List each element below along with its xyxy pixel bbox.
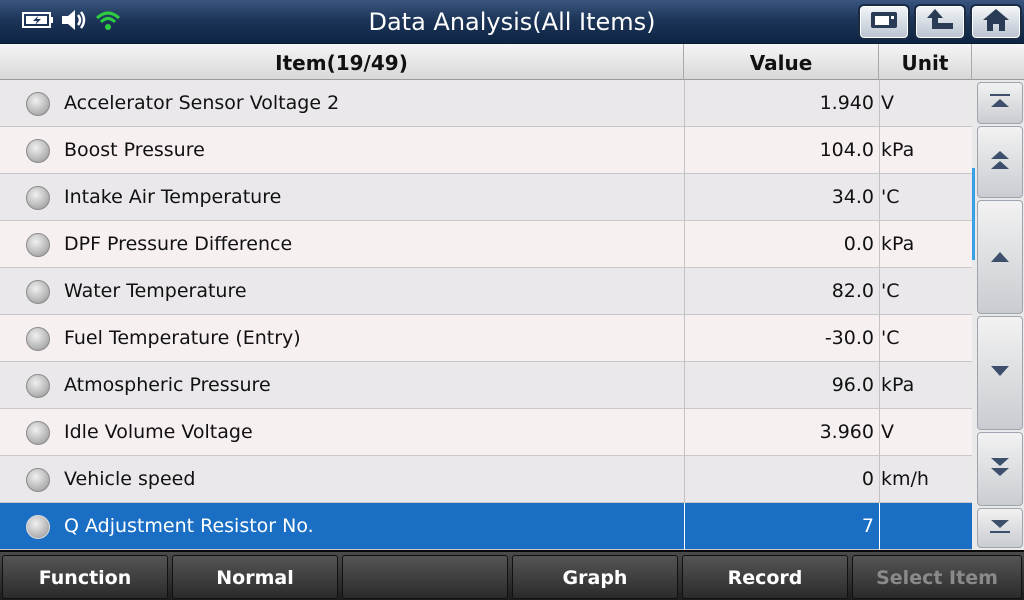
row-radio-icon[interactable] (26, 421, 50, 445)
header-spacer (972, 44, 1024, 80)
item-value: 96.0 (831, 374, 874, 396)
column-divider (879, 362, 880, 409)
scroll-up-button[interactable] (977, 200, 1023, 314)
item-name: Accelerator Sensor Voltage 2 (64, 92, 340, 114)
graph-button[interactable]: Graph (512, 555, 678, 599)
item-value: 3.960 (819, 421, 874, 443)
item-name: Water Temperature (64, 280, 247, 302)
header-item: Item(19/49) (0, 44, 684, 80)
item-unit: 'C (881, 186, 900, 208)
table-row[interactable]: Water Temperature 82.0 'C (0, 268, 972, 315)
page-up-button[interactable] (977, 126, 1023, 198)
item-unit: km/h (881, 468, 929, 490)
scroll-bottom-icon (988, 518, 1012, 538)
item-unit: kPa (881, 233, 915, 255)
scroll-down-button[interactable] (977, 316, 1023, 430)
row-radio-icon[interactable] (26, 92, 50, 116)
scroll-panel (972, 80, 1024, 550)
home-button[interactable] (970, 4, 1022, 40)
table-row[interactable]: Idle Volume Voltage 3.960 V (0, 409, 972, 456)
row-radio-icon[interactable] (26, 280, 50, 304)
table-row[interactable]: Atmospheric Pressure 96.0 kPa (0, 362, 972, 409)
table-row[interactable]: DPF Pressure Difference 0.0 kPa (0, 221, 972, 268)
item-unit: kPa (881, 139, 915, 161)
row-radio-icon[interactable] (26, 327, 50, 351)
row-radio-icon[interactable] (26, 233, 50, 257)
column-divider (879, 503, 880, 550)
item-value: -30.0 (824, 327, 874, 349)
item-unit: V (881, 92, 894, 114)
scroll-top-icon (988, 93, 1012, 113)
table-row[interactable]: Boost Pressure 104.0 kPa (0, 127, 972, 174)
table-row[interactable]: Fuel Temperature (Entry) -30.0 'C (0, 315, 972, 362)
item-value: 1.940 (819, 92, 874, 114)
column-divider (879, 174, 880, 221)
scroll-bottom-button[interactable] (977, 508, 1023, 548)
item-value: 82.0 (831, 280, 874, 302)
item-value: 104.0 (819, 139, 874, 161)
page-down-icon (988, 455, 1012, 483)
record-button[interactable]: Record (682, 555, 848, 599)
item-name: Q Adjustment Resistor No. (64, 515, 314, 537)
column-divider (879, 221, 880, 268)
normal-button[interactable]: Normal (172, 555, 338, 599)
back-arrow-icon (925, 7, 955, 37)
row-radio-icon[interactable] (26, 468, 50, 492)
bottom-function-bar: Function Normal Graph Record Select Item (0, 550, 1024, 600)
item-value: 34.0 (831, 186, 874, 208)
print-button[interactable] (858, 4, 910, 40)
item-name: Atmospheric Pressure (64, 374, 271, 396)
scroll-position-indicator[interactable] (972, 168, 975, 260)
header-value: Value (684, 44, 879, 80)
select-item-button[interactable]: Select Item (852, 555, 1022, 599)
item-name: DPF Pressure Difference (64, 233, 293, 255)
row-radio-icon[interactable] (26, 139, 50, 163)
table-row[interactable]: Vehicle speed 0 km/h (0, 456, 972, 503)
item-unit: kPa (881, 374, 915, 396)
blank-button[interactable] (342, 555, 508, 599)
page-up-icon (988, 148, 1012, 176)
item-name: Vehicle speed (64, 468, 196, 490)
column-divider (879, 315, 880, 362)
item-name: Idle Volume Voltage (64, 421, 253, 443)
item-name: Boost Pressure (64, 139, 205, 161)
row-radio-icon[interactable] (26, 186, 50, 210)
column-divider (879, 127, 880, 174)
item-name: Intake Air Temperature (64, 186, 282, 208)
data-table: Accelerator Sensor Voltage 2 1.940 V Boo… (0, 80, 972, 550)
item-value: 0 (861, 468, 874, 490)
row-radio-icon[interactable] (26, 515, 50, 539)
table-header: Item(19/49) Value Unit (0, 44, 972, 80)
item-name: Fuel Temperature (Entry) (64, 327, 301, 349)
scroll-up-icon (988, 248, 1012, 267)
back-button[interactable] (914, 4, 966, 40)
item-unit: 'C (881, 327, 900, 349)
item-value: 0.0 (843, 233, 874, 255)
table-row[interactable]: Accelerator Sensor Voltage 2 1.940 V (0, 80, 972, 127)
print-icon (869, 8, 899, 36)
function-button[interactable]: Function (2, 555, 168, 599)
column-divider (879, 268, 880, 315)
item-unit: V (881, 421, 894, 443)
header-unit: Unit (879, 44, 972, 80)
row-radio-icon[interactable] (26, 374, 50, 398)
table-row[interactable]: Intake Air Temperature 34.0 'C (0, 174, 972, 221)
title-bar: Data Analysis(All Items) (0, 0, 1024, 44)
item-value: 7 (861, 515, 874, 537)
scroll-top-button[interactable] (977, 82, 1023, 124)
column-divider (879, 409, 880, 456)
column-divider (879, 456, 880, 503)
column-divider (879, 80, 880, 127)
scroll-down-icon (988, 364, 1012, 383)
home-icon (981, 7, 1011, 37)
item-unit: 'C (881, 280, 900, 302)
page-down-button[interactable] (977, 432, 1023, 506)
table-row-selected[interactable]: Q Adjustment Resistor No. 7 (0, 503, 972, 550)
